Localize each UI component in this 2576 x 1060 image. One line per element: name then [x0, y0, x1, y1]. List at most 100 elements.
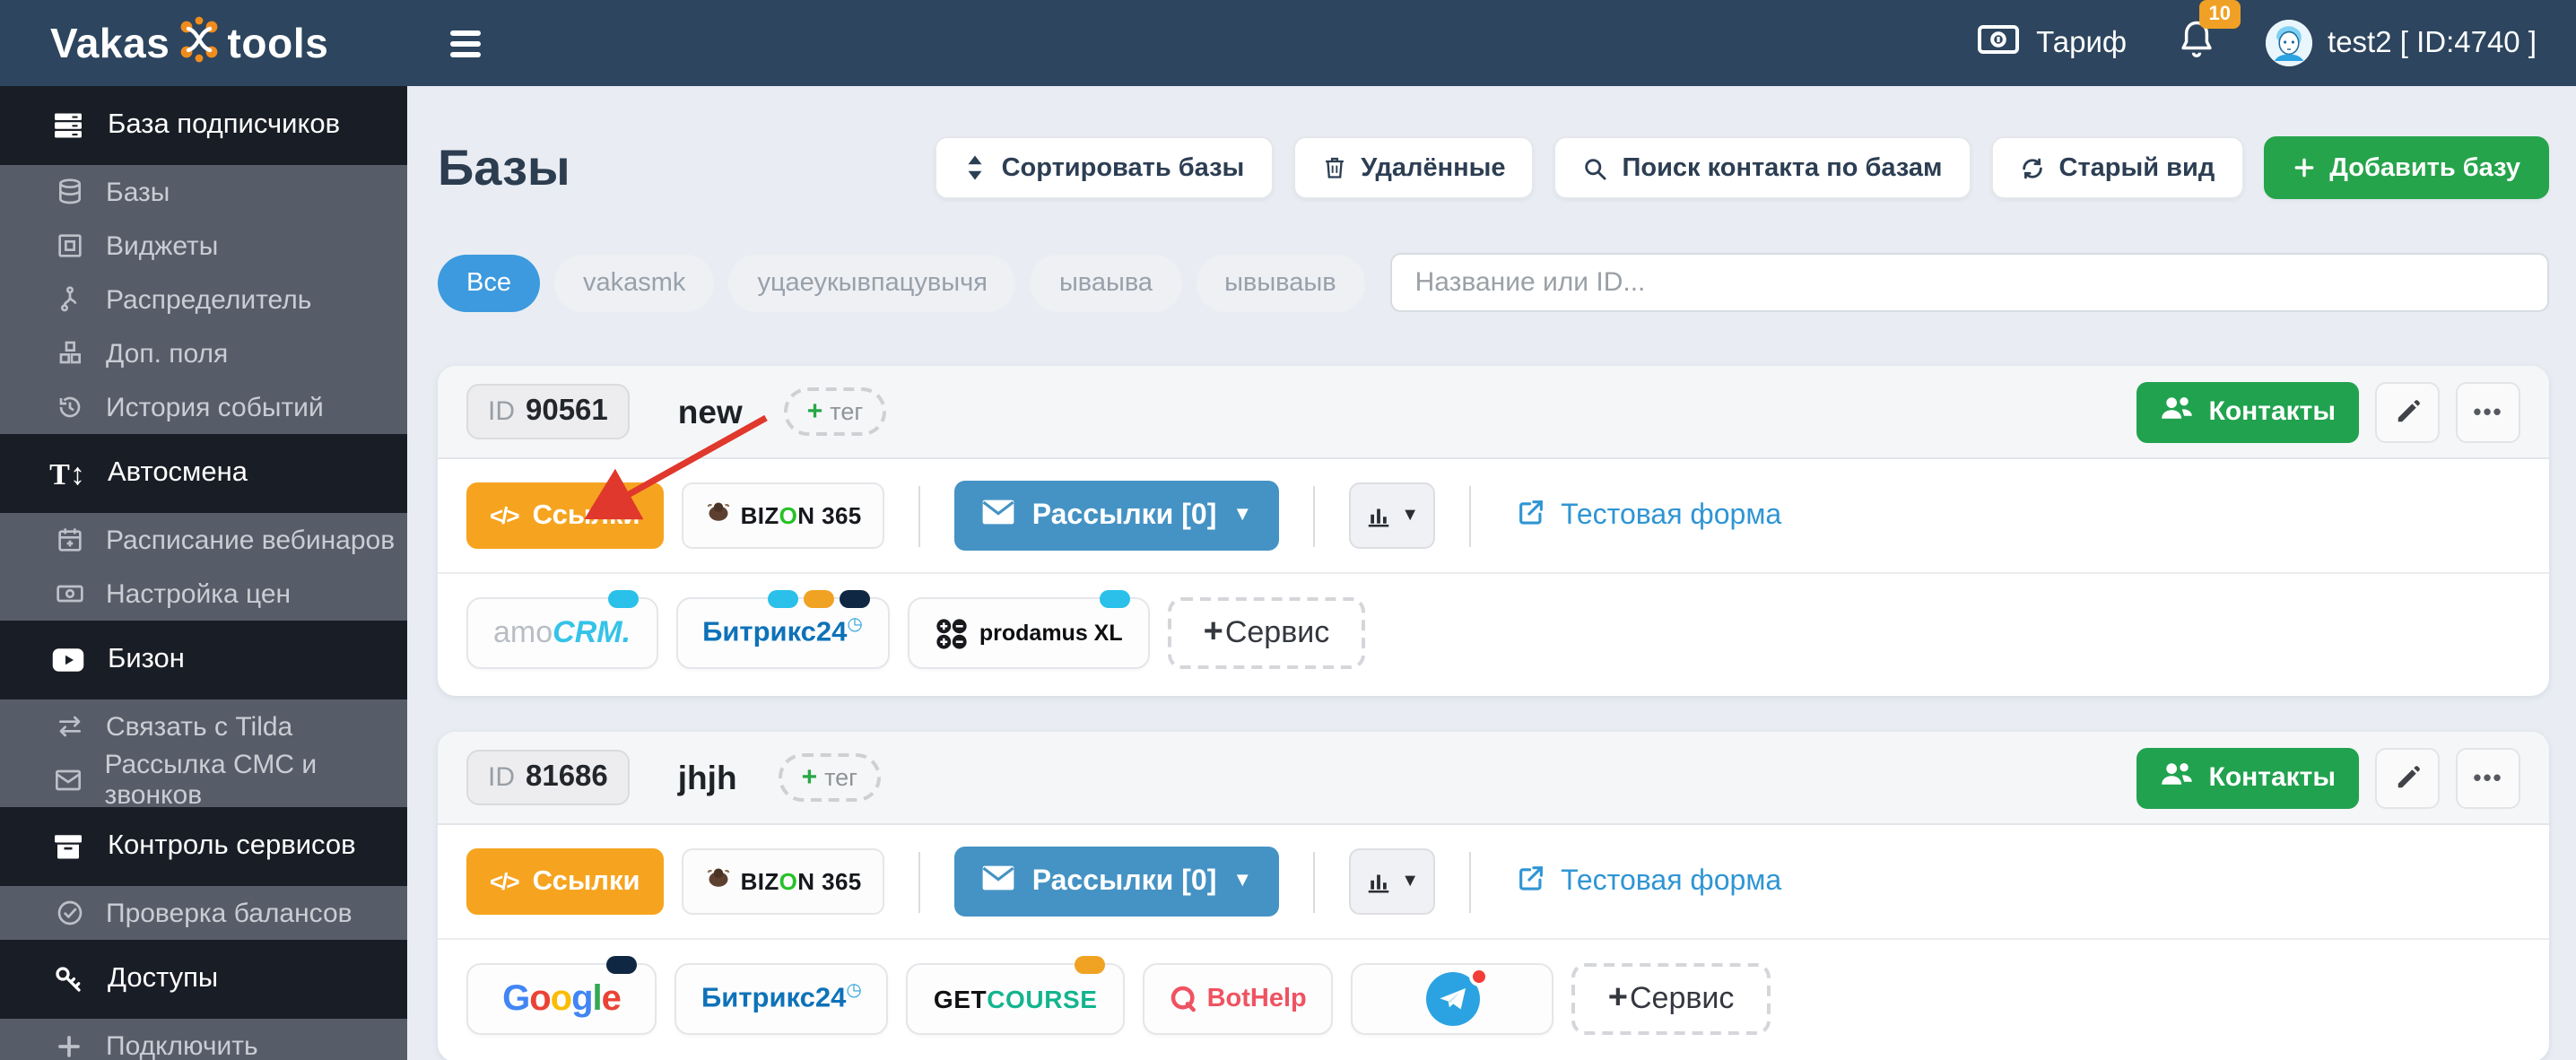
filter-chip[interactable]: уцаеукывпацувычя	[728, 254, 1016, 311]
user-menu[interactable]: test2 [ ID:4740 ]	[2265, 20, 2537, 66]
bizon-label-b: BIZ	[741, 868, 779, 895]
menu-toggle-button[interactable]	[450, 30, 481, 56]
sidebar-item-balance-check[interactable]: Проверка балансов	[0, 886, 407, 940]
add-tag-button[interactable]: + тег	[779, 753, 881, 802]
base-actions-row: </> Ссылки BIZON 365	[438, 825, 2549, 940]
bitrix-label: Битрикс24	[702, 618, 847, 648]
integration-amocrm-button[interactable]: amoCRM.	[466, 597, 657, 669]
plus-icon: +	[807, 396, 823, 427]
test-form-link[interactable]: Тестовая форма	[1516, 862, 1781, 901]
sidebar-submenu: Проверка балансов	[0, 886, 407, 940]
sidebar-section-service-control[interactable]: Контроль сервисов	[0, 807, 407, 886]
search-contact-label: Поиск контакта по базам	[1623, 153, 1943, 182]
add-service-button[interactable]: + Сервис	[1168, 597, 1366, 669]
sidebar-submenu: Связать с Tilda Рассылка СМС и звонков	[0, 699, 407, 807]
bizon-label-o: O	[779, 502, 798, 529]
old-view-button[interactable]: Старый вид	[1991, 136, 2244, 199]
integrations-row: Google Битрикс24◷ GETCOURSE BotHelp	[438, 940, 2549, 1060]
integration-bothelp-button[interactable]: BotHelp	[1143, 963, 1334, 1035]
links-button[interactable]: </> Ссылки	[466, 482, 664, 549]
base-search-input[interactable]	[1390, 253, 2549, 312]
test-form-label: Тестовая форма	[1561, 500, 1781, 532]
integrations-row: amoCRM. Битрикс24◷	[438, 574, 2549, 696]
more-options-button[interactable]: •••	[2456, 381, 2520, 442]
bizon365-button[interactable]: BIZON 365	[682, 848, 885, 915]
bizon-label-n: N	[797, 502, 814, 529]
search-contact-button[interactable]: Поиск контакта по базам	[1554, 136, 1971, 199]
logo[interactable]: Vakas tools	[0, 15, 407, 71]
plus-icon	[54, 1032, 84, 1059]
bizon-label-b: BIZ	[741, 502, 779, 529]
navy-status-dot	[840, 590, 870, 608]
sidebar-section-accesses[interactable]: Доступы	[0, 940, 407, 1019]
sidebar-item-label: Базы	[106, 177, 170, 207]
mailings-dropdown-button[interactable]: Рассылки [0] ▼	[955, 847, 1279, 917]
ellipsis-icon: •••	[2473, 400, 2502, 423]
page-title: Базы	[438, 139, 570, 196]
filter-chip[interactable]: vakasmk	[554, 254, 714, 311]
sidebar-item-extra-fields[interactable]: Доп. поля	[0, 326, 407, 380]
old-view-label: Старый вид	[2059, 153, 2215, 182]
integration-bitrix24-button[interactable]: Битрикс24◷	[674, 963, 889, 1035]
integration-telegram-button[interactable]	[1352, 963, 1554, 1035]
sidebar-item-tilda-link[interactable]: Связать с Tilda	[0, 699, 407, 753]
sidebar-section-label: Контроль сервисов	[108, 830, 356, 863]
tariff-label: Тариф	[2036, 26, 2127, 60]
add-base-button[interactable]: Добавить базу	[2263, 136, 2549, 199]
sidebar-item-widgets[interactable]: Виджеты	[0, 219, 407, 273]
sidebar-item-event-history[interactable]: История событий	[0, 380, 407, 434]
avatar	[2265, 20, 2311, 66]
links-button[interactable]: </> Ссылки	[466, 848, 664, 915]
sidebar-item-label: Виджеты	[106, 230, 218, 261]
sort-bases-button[interactable]: Сортировать базы	[936, 136, 1274, 199]
integration-bitrix24-button[interactable]: Битрикс24◷	[675, 597, 890, 669]
contacts-button[interactable]: Контакты	[2137, 747, 2359, 808]
sidebar-item-label: Доп. поля	[106, 338, 228, 369]
notifications-button[interactable]: 10	[2177, 18, 2215, 68]
filter-chip[interactable]: ывываыв	[1196, 254, 1365, 311]
bizon-label-o: O	[779, 868, 798, 895]
prodamus-label: prodamus XL	[979, 621, 1123, 646]
edit-base-button[interactable]	[2375, 381, 2440, 442]
plus-icon: +	[1608, 979, 1628, 1019]
filter-chip-all[interactable]: Все	[438, 254, 540, 311]
sidebar-item-price-settings[interactable]: Настройка цен	[0, 567, 407, 621]
integration-google-button[interactable]: Google	[466, 963, 657, 1035]
deleted-bases-button[interactable]: Удалённые	[1292, 136, 1534, 199]
mailings-dropdown-button[interactable]: Рассылки [0] ▼	[955, 481, 1279, 551]
users-icon	[2161, 760, 2195, 795]
logo-network-icon	[176, 15, 222, 71]
sidebar-item-sms-calls[interactable]: Рассылка СМС и звонков	[0, 753, 407, 807]
more-options-button[interactable]: •••	[2456, 747, 2520, 808]
sidebar-item-bases[interactable]: Базы	[0, 165, 407, 219]
sidebar-item-connect[interactable]: Подключить	[0, 1019, 407, 1060]
contacts-button[interactable]: Контакты	[2137, 381, 2359, 442]
id-label: ID	[488, 762, 515, 793]
integration-getcourse-button[interactable]: GETCOURSE	[907, 963, 1125, 1035]
bizon-label-num: 365	[814, 502, 861, 529]
add-tag-button[interactable]: + тег	[784, 387, 886, 436]
add-service-button[interactable]: + Сервис	[1572, 963, 1771, 1035]
tariff-link[interactable]: Тариф	[1977, 22, 2127, 64]
sidebar-item-webinar-schedule[interactable]: Расписание вебинаров	[0, 513, 407, 567]
base-name: new	[678, 392, 743, 431]
sidebar-item-label: История событий	[106, 392, 324, 422]
test-form-link[interactable]: Тестовая форма	[1516, 496, 1781, 535]
sidebar-section-subscriber-base[interactable]: База подписчиков	[0, 86, 407, 165]
users-icon	[2161, 395, 2195, 429]
sidebar-nav: База подписчиков Базы Виджеты	[0, 86, 407, 1060]
filter-chip[interactable]: ываыва	[1031, 254, 1181, 311]
play-icon	[50, 647, 84, 673]
bizon365-button[interactable]: BIZON 365	[682, 482, 885, 549]
test-form-label: Тестовая форма	[1561, 865, 1781, 898]
stats-dropdown-button[interactable]: ▼	[1349, 848, 1435, 915]
sidebar-section-bizon[interactable]: Бизон	[0, 621, 407, 699]
pencil-icon	[2394, 764, 2421, 791]
sidebar-item-distributor[interactable]: Распределитель	[0, 273, 407, 326]
stats-dropdown-button[interactable]: ▼	[1349, 482, 1435, 549]
check-circle-icon	[54, 899, 84, 927]
sidebar-section-autochange[interactable]: T↕ Автосмена	[0, 434, 407, 513]
edit-base-button[interactable]	[2375, 747, 2440, 808]
cyan-status-dot	[607, 590, 638, 608]
integration-prodamus-button[interactable]: prodamus XL	[908, 597, 1150, 669]
